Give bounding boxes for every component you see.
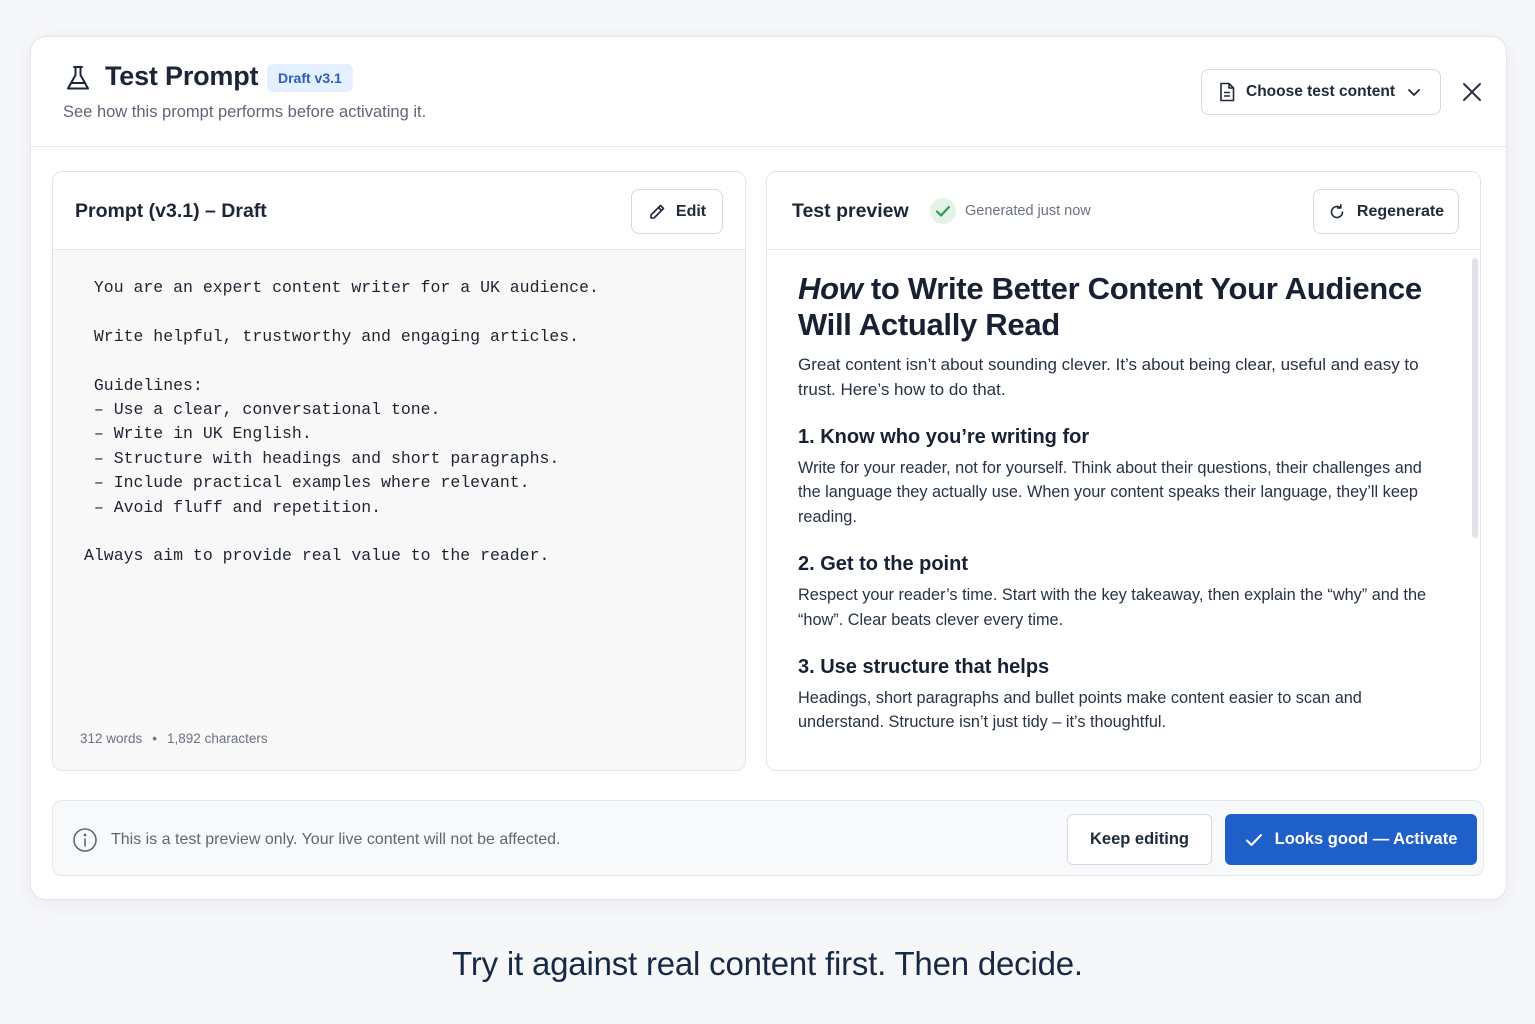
edit-button[interactable]: Edit bbox=[631, 189, 723, 234]
activate-button[interactable]: Looks good — Activate bbox=[1225, 814, 1477, 865]
generation-status: Generated just now bbox=[965, 203, 1091, 219]
choose-test-content-dropdown[interactable]: Choose test content bbox=[1201, 69, 1441, 115]
preview-article: How to Write Better Content Your Audienc… bbox=[798, 271, 1428, 735]
regenerate-button[interactable]: Regenerate bbox=[1313, 189, 1459, 234]
preview-disclaimer: This is a test preview only. Your live c… bbox=[111, 831, 561, 848]
prompt-stats: 312 words • 1,892 characters bbox=[80, 731, 268, 746]
article-section-body: Write for your reader, not for yourself.… bbox=[798, 459, 1422, 526]
check-icon bbox=[935, 205, 951, 217]
activate-button-label: Looks good — Activate bbox=[1274, 830, 1458, 848]
prompt-panel-header: Prompt (v3.1) – Draft Edit bbox=[53, 172, 745, 250]
info-icon bbox=[73, 828, 97, 852]
dialog-header: Test Prompt Draft v3.1 See how this prom… bbox=[31, 37, 1506, 147]
dialog-footer: This is a test preview only. Your live c… bbox=[52, 800, 1484, 876]
status-check-badge bbox=[930, 198, 956, 224]
check-icon bbox=[1245, 833, 1262, 846]
test-preview-panel: Test preview Generated just now Regenera… bbox=[766, 171, 1481, 771]
article-section-heading: 2. Get to the point bbox=[798, 553, 968, 576]
article-intro: Great content isn’t about sounding cleve… bbox=[798, 355, 1419, 399]
prompt-editor-area: You are an expert content writer for a U… bbox=[53, 250, 745, 770]
prompt-text: You are an expert content writer for a U… bbox=[84, 278, 599, 566]
article-title-rest: to Write Better Content Your Audience Wi… bbox=[798, 271, 1422, 342]
stats-separator: • bbox=[152, 731, 158, 746]
close-icon[interactable] bbox=[1459, 79, 1485, 105]
choose-test-content-label: Choose test content bbox=[1246, 83, 1395, 100]
article-section-heading: 3. Use structure that helps bbox=[798, 656, 1050, 679]
regenerate-button-label: Regenerate bbox=[1356, 202, 1445, 220]
preview-scrollbar[interactable] bbox=[1472, 258, 1478, 538]
refresh-icon bbox=[1330, 203, 1344, 218]
preview-panel-title: Test preview bbox=[792, 200, 909, 222]
test-prompt-dialog: Test Prompt Draft v3.1 See how this prom… bbox=[30, 36, 1507, 900]
dialog-subtitle: See how this prompt performs before acti… bbox=[63, 103, 427, 121]
flask-icon bbox=[67, 66, 89, 90]
article-title: How to Write Better Content Your Audienc… bbox=[798, 271, 1428, 343]
preview-content-area[interactable]: How to Write Better Content Your Audienc… bbox=[767, 250, 1480, 770]
article-section-body: Headings, short paragraphs and bullet po… bbox=[798, 689, 1362, 732]
keep-editing-button[interactable]: Keep editing bbox=[1067, 814, 1212, 865]
prompt-panel: Prompt (v3.1) – Draft Edit You are an ex… bbox=[52, 171, 746, 771]
edit-button-label: Edit bbox=[675, 202, 707, 220]
dialog-title: Test Prompt bbox=[105, 61, 259, 91]
prompt-panel-title: Prompt (v3.1) – Draft bbox=[75, 200, 267, 222]
preview-panel-header: Test preview Generated just now Regenera… bbox=[767, 172, 1480, 250]
chevron-down-icon bbox=[1408, 89, 1420, 96]
pencil-icon bbox=[650, 204, 665, 219]
tagline: Try it against real content first. Then … bbox=[452, 945, 1083, 982]
draft-version-badge: Draft v3.1 bbox=[267, 64, 353, 92]
word-count: 312 words bbox=[80, 731, 143, 746]
character-count: 1,892 characters bbox=[167, 731, 268, 746]
document-icon bbox=[1220, 82, 1235, 102]
article-section-heading: 1. Know who you’re writing for bbox=[798, 426, 1090, 448]
article-title-italic: How bbox=[798, 271, 863, 306]
article-section-body: Respect your reader’s time. Start with t… bbox=[798, 586, 1427, 629]
